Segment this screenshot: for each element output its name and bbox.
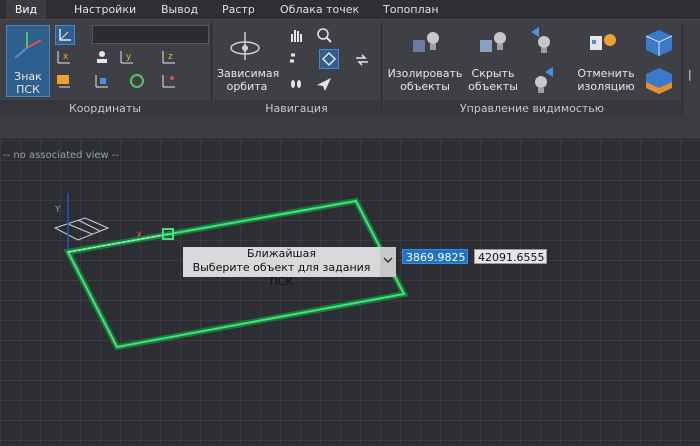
tab-output[interactable]: Вывод [161,0,198,19]
zoom-icon[interactable] [315,26,333,44]
footsteps-icon[interactable] [287,75,305,93]
ucs-face-icon[interactable] [128,72,146,90]
walk-icon[interactable] [287,51,305,69]
tab-view[interactable]: Вид [6,0,46,19]
svg-text:z: z [168,52,173,62]
ribbon: Знак ПСК x y z Координаты Зависимая орби… [0,19,700,117]
hide-objects-button[interactable]: Скрыть объекты [465,67,521,93]
tab-point-clouds[interactable]: Облака точек [280,0,359,19]
panel-overflow-glyph: | [688,68,692,81]
panel-label-navigation: Навигация [213,100,380,117]
ucs-named-icon[interactable] [55,72,73,90]
ucs-y-icon[interactable]: y [118,48,136,66]
svg-text:x: x [63,52,69,62]
ucs-icon-button[interactable]: Знак ПСК [6,25,50,97]
cube-blue-icon[interactable] [644,28,674,58]
ucs-z-icon[interactable]: z [160,48,178,66]
ucs-object-icon[interactable] [93,72,111,90]
panel-label-visibility: Управление видимостью [383,100,681,117]
panel-navigation: Зависимая орбита Навигация [213,20,380,117]
end-isolation-button[interactable]: Отменить изоляцию [566,67,646,93]
ucs-origin-icon[interactable] [93,48,111,66]
fly-icon[interactable] [315,75,333,93]
panel-separator [682,22,683,115]
view-orientation-icon[interactable] [353,51,371,69]
end-isolation-icon [590,34,616,50]
panel-coordinates: Знак ПСК x y z Координаты [0,20,210,117]
drawing-viewport[interactable] [0,140,700,446]
view-cube-icon[interactable] [319,49,339,69]
bulb-arrow-right-icon[interactable] [531,66,557,96]
panel-separator [211,22,212,115]
panel-label-coordinates: Координаты [0,100,210,117]
tab-raster[interactable]: Растр [222,0,255,19]
ucs-axes-icon [14,32,42,59]
panel-visibility: Изолировать объекты Скрыть объекты Отмен… [383,20,681,117]
coord-x-input[interactable]: 3869.9825 [402,249,468,264]
svg-text:y: y [126,52,132,62]
ucs-name-input[interactable] [92,25,209,44]
panel-separator [381,22,382,115]
hide-objects-icon [480,32,506,52]
pan-hand-icon[interactable] [287,26,305,44]
ucs-x-icon[interactable]: x [55,48,73,66]
ucs-button-label: Знак ПСК [14,70,42,96]
snap-tooltip: Ближайшая Выберите объект для задания ПС… [183,247,380,288]
snap-tooltip-text: Выберите объект для задания ПСК [192,261,371,288]
file-tab-strip [0,117,700,140]
orbit-icon [230,32,260,60]
no-associated-view-label: -- no associated view -- [3,150,120,161]
tab-topoplan[interactable]: Топоплан [383,0,439,19]
ribbon-tabs: Вид Настройки Вывод Растр Облака точек Т… [0,0,700,19]
ucs-world-icon[interactable] [55,25,75,45]
tab-settings[interactable]: Настройки [74,0,136,19]
tooltip-dropdown-button[interactable] [380,247,396,277]
isolate-objects-icon [413,32,439,52]
bulb-arrow-left-icon[interactable] [529,26,555,56]
ucs-3point-icon[interactable] [160,72,178,90]
snap-tooltip-title: Ближайшая [247,247,316,260]
orbit-button[interactable]: Зависимая орбита [217,67,279,93]
coord-y-input[interactable]: 42091.6555 [474,249,547,264]
isolate-objects-button[interactable]: Изолировать объекты [385,67,465,93]
cube-orange-icon[interactable] [644,66,674,96]
chevron-down-icon [383,257,393,264]
